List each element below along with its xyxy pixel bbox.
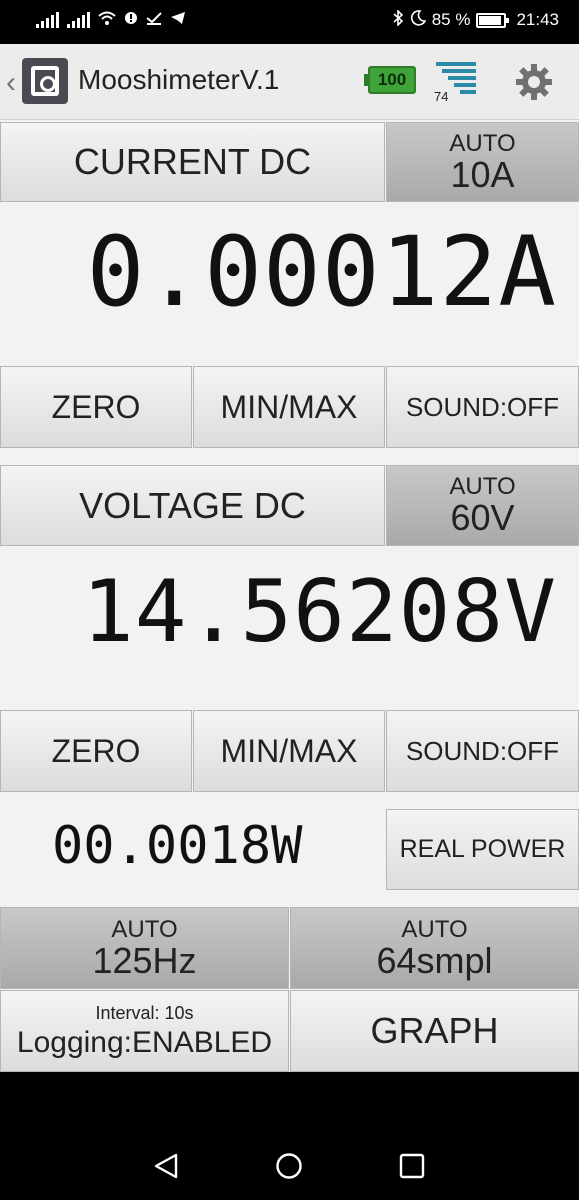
- rate-mode: AUTO: [111, 915, 178, 943]
- ch2-minmax-button[interactable]: MIN/MAX: [193, 710, 385, 792]
- signal-icon: [67, 12, 90, 28]
- ch2-reading: 14.56208V: [82, 562, 557, 662]
- ch2-zero-label: ZERO: [51, 732, 141, 769]
- ch2-zero-button[interactable]: ZERO: [0, 710, 192, 792]
- ch1-sound-button[interactable]: SOUND:OFF: [386, 366, 579, 448]
- moon-icon: [410, 10, 427, 30]
- meter-panel: CURRENT DC AUTO 10A 0.00012A ZERO MIN/MA…: [0, 120, 579, 1072]
- rate-value: 125Hz: [92, 939, 197, 981]
- ch1-range-button[interactable]: AUTO 10A: [386, 122, 579, 202]
- ch2-sound-label: SOUND:OFF: [405, 735, 560, 766]
- telegram-icon: [170, 11, 186, 29]
- power-mode-button[interactable]: REAL POWER: [386, 809, 579, 890]
- ch1-mode-label: CURRENT DC: [73, 141, 312, 182]
- gear-icon[interactable]: [514, 62, 554, 102]
- depth-value: 64smpl: [376, 939, 493, 981]
- ch1-sound-label: SOUND:OFF: [405, 391, 560, 422]
- graph-label: GRAPH: [370, 1010, 499, 1051]
- depth-button[interactable]: AUTO 64smpl: [290, 907, 579, 989]
- battery-icon: [476, 12, 510, 28]
- ch2-minmax-label: MIN/MAX: [220, 732, 358, 769]
- ch1-mode-button[interactable]: CURRENT DC: [0, 122, 385, 202]
- power-mode-label: REAL POWER: [399, 835, 566, 863]
- ch1-reading: 0.00012A: [86, 216, 557, 328]
- wifi-icon: [98, 11, 116, 29]
- ch2-range-mode: AUTO: [449, 473, 516, 500]
- back-icon[interactable]: [152, 1152, 180, 1185]
- logging-interval: Interval: 10s: [95, 1002, 194, 1023]
- recents-icon[interactable]: [398, 1152, 426, 1185]
- ch2-mode-label: VOLTAGE DC: [79, 484, 306, 526]
- logging-status: Logging:ENABLED: [16, 1025, 273, 1059]
- ch1-range-value: 10A: [450, 153, 515, 195]
- meter-signal-icon: 74: [432, 58, 478, 104]
- ch1-range-mode: AUTO: [449, 129, 516, 157]
- rate-button[interactable]: AUTO 125Hz: [0, 907, 289, 989]
- graph-button[interactable]: GRAPH: [290, 990, 579, 1072]
- logging-button[interactable]: Interval: 10s Logging:ENABLED: [0, 990, 289, 1072]
- ch1-zero-button[interactable]: ZERO: [0, 366, 192, 448]
- ch2-range-button[interactable]: AUTO 60V: [386, 465, 579, 546]
- action-bar: ‹ MooshimeterV.1 100 74: [0, 44, 579, 120]
- app-logo[interactable]: [22, 58, 68, 104]
- ch1-zero-label: ZERO: [51, 388, 141, 425]
- ch2-range-value: 60V: [450, 497, 515, 539]
- ch2-sound-button[interactable]: SOUND:OFF: [386, 710, 579, 792]
- meter-battery-icon: 100: [364, 66, 418, 94]
- battery-percent: 85 %: [431, 10, 471, 29]
- depth-mode: AUTO: [401, 915, 468, 943]
- back-chevron-icon[interactable]: ‹: [6, 66, 16, 100]
- bluetooth-icon: [392, 9, 404, 30]
- check-icon: [146, 11, 162, 29]
- status-bar: 85 % 21:43: [0, 0, 579, 44]
- app-title: MooshimeterV.1: [78, 64, 280, 95]
- navigation-bar: [0, 1072, 579, 1200]
- home-icon[interactable]: [275, 1152, 303, 1185]
- clock: 21:43: [516, 10, 559, 29]
- notification-icon: [124, 11, 138, 29]
- ch2-mode-button[interactable]: VOLTAGE DC: [0, 465, 385, 546]
- meter-battery-level: 100: [368, 66, 416, 94]
- ch1-minmax-button[interactable]: MIN/MAX: [193, 366, 385, 448]
- power-reading: 00.0018W: [52, 816, 303, 876]
- signal-icon: [36, 12, 59, 28]
- meter-signal-value: 74: [434, 89, 449, 104]
- ch1-minmax-label: MIN/MAX: [220, 388, 358, 425]
